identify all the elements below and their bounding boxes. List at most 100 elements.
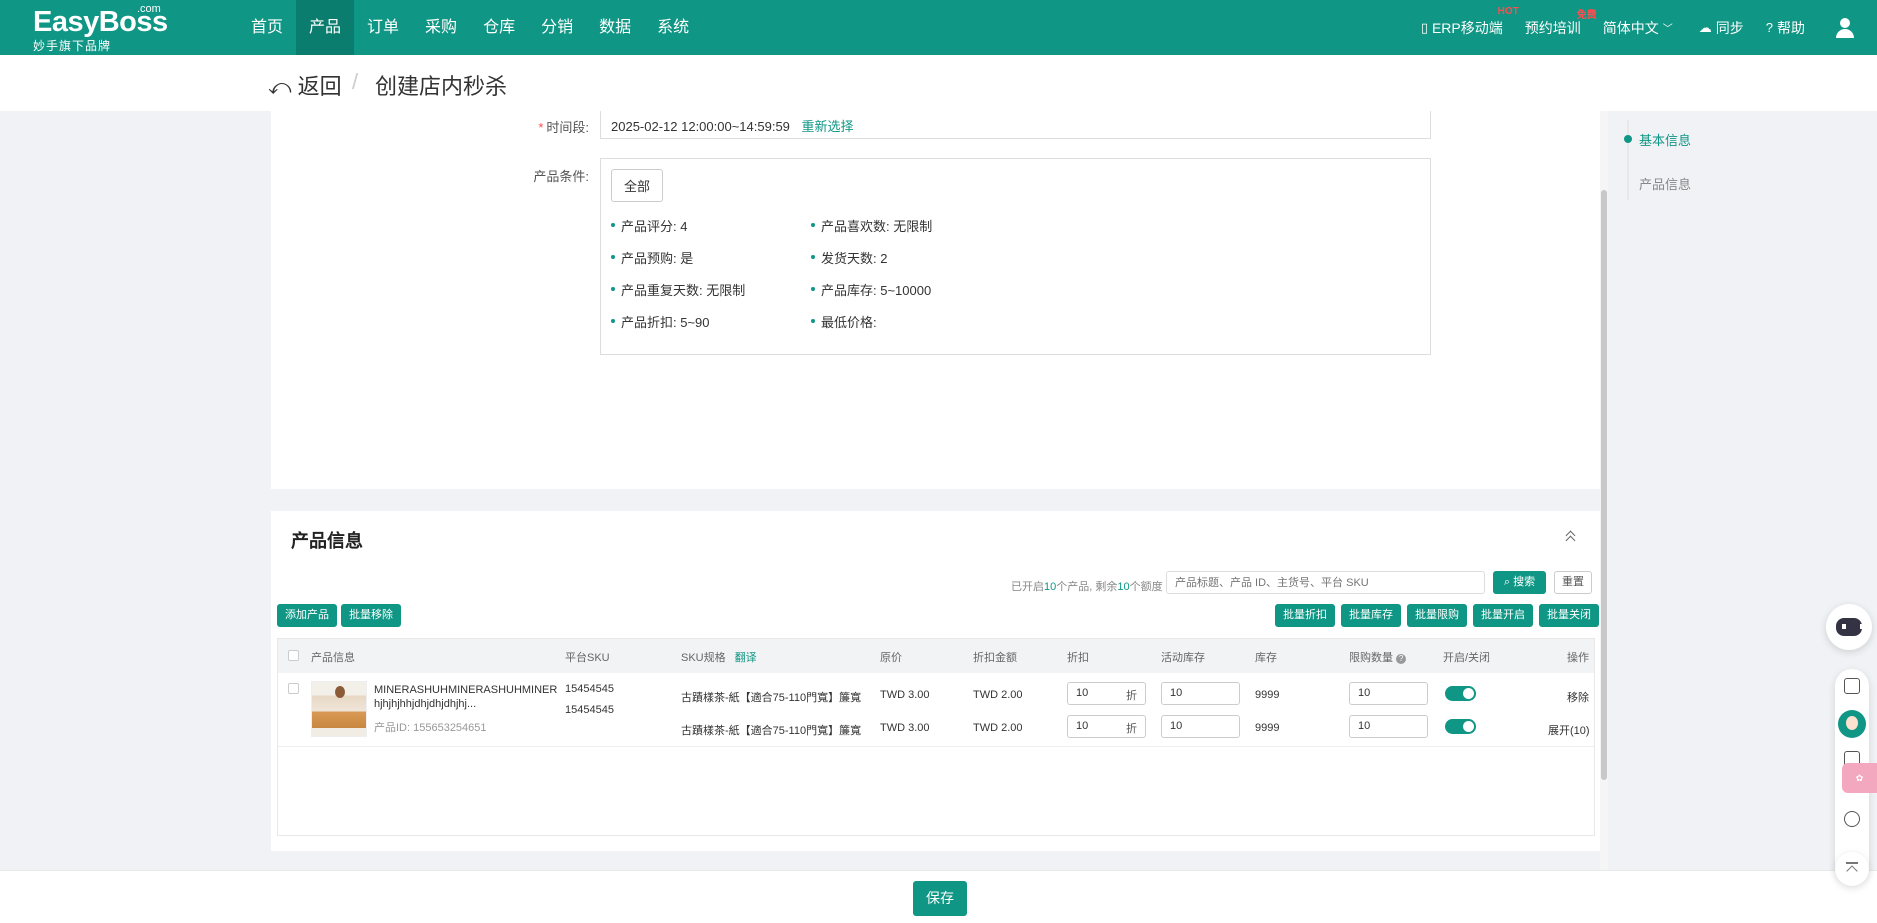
platform-sku: 15454545 — [565, 704, 614, 716]
col-discount-amount: 折扣金额 — [973, 652, 1017, 664]
anchor-active-dot — [1624, 135, 1632, 143]
remove-link[interactable]: 移除 — [1567, 689, 1589, 705]
batch-discount-button[interactable]: 批量折扣 — [1275, 604, 1335, 627]
nav-warehouse[interactable]: 仓库 — [470, 0, 528, 55]
cloud-sync-icon: ☁ — [1698, 19, 1712, 35]
brand-logo[interactable]: EasyBoss .com 妙手旗下品牌 — [33, 3, 168, 54]
search-icon: ⌕ — [1503, 576, 1511, 588]
batch-remove-button[interactable]: 批量移除 — [341, 604, 401, 627]
discount-input[interactable]: 10 折 — [1067, 715, 1146, 738]
col-toggle: 开启/关闭 — [1443, 652, 1491, 664]
collapse-icon[interactable] — [1564, 529, 1578, 543]
batch-enable-button[interactable]: 批量开启 — [1473, 604, 1533, 627]
original-price: TWD 3.00 — [880, 722, 930, 734]
reselect-link[interactable]: 重新选择 — [802, 119, 854, 134]
all-conditions-button[interactable]: 全部 — [611, 169, 664, 202]
nav-orders[interactable]: 订单 — [354, 0, 412, 55]
scrollbar-thumb[interactable] — [1601, 190, 1607, 780]
promo-sticker-icon[interactable]: ✿ — [1842, 763, 1877, 793]
condition-min-price: 最低价格: — [811, 312, 1071, 331]
footer-bar: 保存 — [0, 870, 1877, 923]
limit-input[interactable]: 10 — [1349, 715, 1428, 738]
mobile-erp-link[interactable]: ▯ ERP移动端 HOT — [1420, 6, 1519, 38]
table-header: 产品信息 平台SKU SKU规格 翻译 原价 折扣金额 折扣 活动库存 库存 限… — [278, 639, 1594, 673]
col-platform-sku: 平台SKU — [565, 652, 610, 664]
add-product-button[interactable]: 添加产品 — [277, 604, 337, 627]
anchor-basic-info[interactable]: 基本信息 — [1639, 130, 1691, 149]
help-label: 帮助 — [1777, 19, 1805, 36]
back-to-top-icon[interactable] — [1835, 852, 1869, 886]
help-icon: ? — [1765, 20, 1773, 35]
nav-system[interactable]: 系统 — [644, 0, 702, 55]
page-header: ⤺ 返回 / 创建店内秒杀 — [0, 55, 1877, 111]
row-checkbox[interactable] — [288, 683, 299, 694]
limit-input[interactable]: 10 — [1349, 682, 1428, 705]
sync-button[interactable]: ☁ 同步 — [1699, 18, 1744, 38]
condition-ship-days: 发货天数: 2 — [811, 248, 1071, 267]
main-nav: 首页 产品 订单 采购 仓库 分销 数据 系统 — [238, 0, 702, 55]
stock-value: 9999 — [1255, 722, 1280, 734]
product-conditions-box: 全部 产品评分: 4 产品喜欢数: 无限制 产品预购: 是 发货天数: 2 产品… — [600, 158, 1431, 355]
discount-input[interactable]: 10 折 — [1067, 682, 1146, 705]
translate-toggle[interactable]: 翻译 — [735, 652, 757, 664]
hot-badge: HOT — [1497, 5, 1519, 17]
product-conditions-label: 产品条件: — [533, 169, 589, 184]
row-divider — [278, 746, 1594, 747]
logo-suffix: .com — [137, 3, 161, 15]
enable-toggle[interactable] — [1445, 686, 1476, 701]
conditions-list: 产品评分: 4 产品喜欢数: 无限制 产品预购: 是 发货天数: 2 产品重复天… — [611, 216, 1420, 331]
product-name-line1: MINERASHUHMINERASHUHMINER — [374, 684, 558, 696]
quota-count: 10 — [1044, 581, 1057, 593]
ai-assistant-robot-icon[interactable] — [1826, 604, 1872, 650]
help-button[interactable]: ? 帮助 — [1766, 18, 1805, 38]
nav-home[interactable]: 首页 — [238, 0, 296, 55]
batch-stock-button[interactable]: 批量库存 — [1341, 604, 1401, 627]
sku-spec: 古蹟樣茶-紙【適合75-110門寬】簾寬 — [681, 692, 862, 704]
training-link[interactable]: 预约培训 免费 — [1524, 10, 1597, 38]
activity-stock-input[interactable]: 10 — [1161, 682, 1240, 705]
chevron-down-icon: ﹀ — [1662, 24, 1673, 35]
customer-service-avatar-icon[interactable] — [1838, 710, 1866, 738]
anchor-product-info[interactable]: 产品信息 — [1639, 174, 1691, 193]
search-button[interactable]: ⌕ 搜索 — [1493, 571, 1546, 594]
product-info-section: 产品信息 已开启10个产品, 剩余10个额度 ⌕ 搜索 重置 添加产品 批量移除… — [271, 511, 1600, 851]
condition-likes: 产品喜欢数: 无限制 — [811, 216, 1071, 235]
nav-products[interactable]: 产品 — [296, 0, 355, 55]
col-stock: 库存 — [1255, 652, 1277, 664]
page-title: 创建店内秒杀 — [375, 74, 508, 99]
breadcrumb-separator: / — [352, 69, 359, 94]
discount-unit: 折 — [1126, 723, 1137, 735]
batch-disable-button[interactable]: 批量关闭 — [1539, 604, 1599, 627]
nav-data[interactable]: 数据 — [586, 0, 644, 55]
training-label: 预约培训 — [1524, 19, 1581, 36]
language-select[interactable]: 简体中文 ﹀ — [1603, 18, 1677, 38]
condition-preorder: 产品预购: 是 — [611, 248, 811, 267]
condition-stock: 产品库存: 5~10000 — [811, 280, 1071, 299]
col-activity-stock: 活动库存 — [1161, 652, 1205, 664]
phone-icon: ▯ — [1420, 19, 1428, 35]
activity-stock-input[interactable]: 10 — [1161, 715, 1240, 738]
checklist-icon[interactable] — [1844, 678, 1860, 694]
stock-value: 9999 — [1255, 689, 1280, 701]
batch-limit-button[interactable]: 批量限购 — [1407, 604, 1467, 627]
condition-rating: 产品评分: 4 — [611, 216, 811, 235]
top-navbar: EasyBoss .com 妙手旗下品牌 首页 产品 订单 采购 仓库 分销 数… — [0, 0, 1877, 55]
section-title: 产品信息 — [291, 531, 363, 551]
nav-purchase[interactable]: 采购 — [412, 0, 470, 55]
reset-button[interactable]: 重置 — [1554, 571, 1592, 594]
nav-distribution[interactable]: 分销 — [528, 0, 586, 55]
expand-link[interactable]: 展开(10) — [1548, 722, 1590, 738]
back-button[interactable]: ⤺ 返回 — [268, 69, 342, 101]
save-button[interactable]: 保存 — [913, 881, 967, 916]
exchange-icon[interactable] — [1844, 811, 1860, 827]
product-thumbnail — [311, 681, 367, 737]
enable-toggle[interactable] — [1445, 719, 1476, 734]
top-right-tools: ▯ ERP移动端 HOT 预约培训 免费 简体中文 ﹀ ☁ 同步 ? 帮助 — [1399, 0, 1855, 55]
quota-left: 10 — [1117, 581, 1130, 593]
platform-sku: 15454545 — [565, 683, 614, 695]
select-all-checkbox[interactable] — [288, 650, 299, 661]
logo-tagline: 妙手旗下品牌 — [33, 39, 112, 53]
user-icon[interactable] — [1835, 17, 1855, 38]
product-search-input[interactable] — [1166, 571, 1485, 594]
info-icon[interactable]: ? — [1396, 654, 1407, 664]
